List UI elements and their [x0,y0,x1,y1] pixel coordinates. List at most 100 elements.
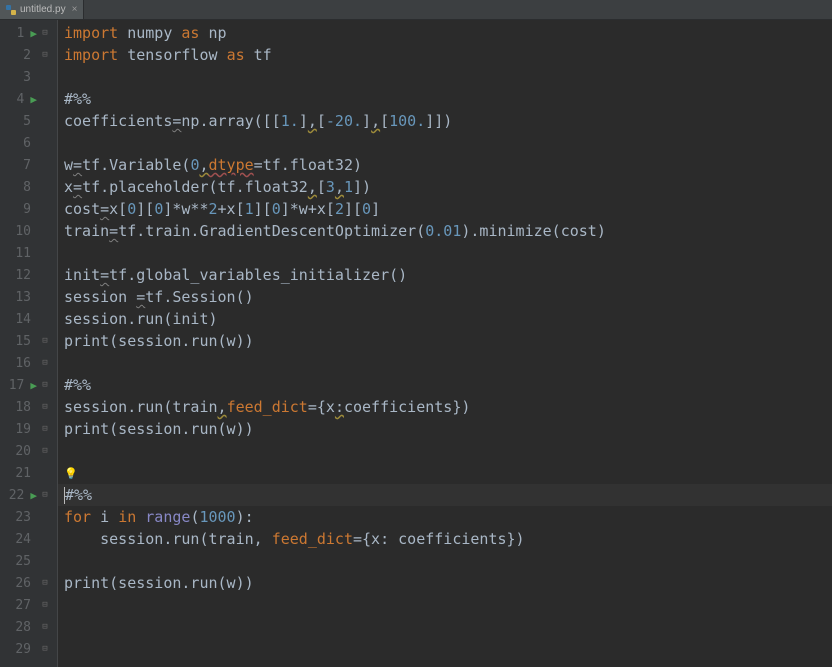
code-line[interactable]: w=tf.Variable(0,dtype=tf.float32) [58,154,832,176]
code-line[interactable] [58,132,832,154]
line-number: 10 [9,224,31,239]
line-number: 28 [9,620,31,635]
gutter-row: 20 ⊟ [0,440,57,462]
line-number: 27 [9,598,31,613]
fold-icon[interactable]: ⊟ [42,579,47,588]
fold-icon[interactable]: ⊟ [42,381,47,390]
fold-icon[interactable]: ⊟ [42,447,47,456]
line-number: 26 [9,576,31,591]
code-line[interactable]: session.run(train,feed_dict={x:coefficie… [58,396,832,418]
code-line[interactable]: session.run(train, feed_dict={x: coeffic… [58,528,832,550]
gutter-row: 5 [0,110,57,132]
gutter-row: 1 ▶ ⊟ [0,22,57,44]
code-line[interactable]: cost=x[0][0]*w**2+x[1][0]*w+x[2][0] [58,198,832,220]
fold-icon[interactable]: ⊟ [42,29,47,38]
line-number: 4 [2,92,24,107]
line-number: 3 [9,70,31,85]
line-number: 18 [9,400,31,415]
code-line[interactable] [58,66,832,88]
code-line[interactable]: import tensorflow as tf [58,44,832,66]
line-number: 23 [9,510,31,525]
line-number: 19 [9,422,31,437]
gutter: 1▶⊟2⊟34▶56789101112131415⊟16⊟17▶⊟18⊟19⊟2… [0,20,58,667]
gutter-row: 10 [0,220,57,242]
line-number: 20 [9,444,31,459]
fold-icon[interactable]: ⊟ [42,359,47,368]
code-line[interactable] [58,638,832,660]
code-line[interactable]: #%% [58,374,832,396]
intention-bulb-icon[interactable]: 💡 [64,467,78,480]
gutter-row: 12 [0,264,57,286]
code-line[interactable]: for i in range(1000): [58,506,832,528]
gutter-row: 14 [0,308,57,330]
code-area[interactable]: import numpy as npimport tensorflow as t… [58,20,832,667]
line-number: 8 [9,180,31,195]
line-number: 25 [9,554,31,569]
code-line[interactable]: print(session.run(w)) [58,418,832,440]
code-line[interactable] [58,550,832,572]
code-line[interactable]: print(session.run(w)) [58,330,832,352]
code-line[interactable] [58,616,832,638]
code-line[interactable] [58,594,832,616]
gutter-row: 7 [0,154,57,176]
fold-icon[interactable]: ⊟ [42,337,47,346]
gutter-row: 17▶⊟ [0,374,57,396]
code-line[interactable]: 💡 [58,462,832,484]
line-number: 12 [9,268,31,283]
line-number: 5 [9,114,31,129]
run-cell-icon[interactable]: ▶ [30,489,37,502]
code-line[interactable]: import numpy as np [58,22,832,44]
line-number: 16 [9,356,31,371]
code-line[interactable]: #%% [58,88,832,110]
tab-bar: untitled.py × [0,0,832,20]
code-line[interactable]: session =tf.Session() [58,286,832,308]
gutter-row: 29 ⊟ [0,638,57,660]
gutter-row: 9 [0,198,57,220]
fold-icon[interactable]: ⊟ [42,601,47,610]
gutter-row: 25 [0,550,57,572]
run-cell-icon[interactable]: ▶ [30,93,37,106]
code-line[interactable]: session.run(init) [58,308,832,330]
gutter-row: 4▶ [0,88,57,110]
line-number: 2 [9,48,31,63]
gutter-row: 28 ⊟ [0,616,57,638]
code-line[interactable] [58,440,832,462]
code-line[interactable]: init=tf.global_variables_initializer() [58,264,832,286]
line-number: 29 [9,642,31,657]
line-number: 22 [2,488,24,503]
code-line[interactable]: train=tf.train.GradientDescentOptimizer(… [58,220,832,242]
gutter-row: 22 ▶ ⊟ [0,484,57,506]
code-line[interactable] [58,352,832,374]
run-cell-icon[interactable]: ▶ [30,379,37,392]
code-line[interactable]: #%% [58,484,832,506]
code-line[interactable] [58,242,832,264]
line-number: 13 [9,290,31,305]
gutter-row: 6 [0,132,57,154]
line-number: 6 [9,136,31,151]
code-line[interactable]: coefficients=np.array([[1.],[-20.],[100.… [58,110,832,132]
gutter-row: 11 [0,242,57,264]
fold-icon[interactable]: ⊟ [42,645,47,654]
fold-icon[interactable]: ⊟ [42,425,47,434]
fold-icon[interactable]: ⊟ [42,491,47,500]
fold-icon[interactable]: ⊟ [42,623,47,632]
editor-area: 1▶⊟2⊟34▶56789101112131415⊟16⊟17▶⊟18⊟19⊟2… [0,20,832,667]
editor-tab[interactable]: untitled.py × [0,0,84,19]
gutter-row: 3 [0,66,57,88]
code-line[interactable]: print(session.run(w)) [58,572,832,594]
run-cell-icon[interactable]: ▶ [30,27,37,40]
gutter-row: 19 ⊟ [0,418,57,440]
line-number: 1 [2,26,24,41]
line-number: 14 [9,312,31,327]
gutter-row: 13 [0,286,57,308]
line-number: 11 [9,246,31,261]
code-line[interactable]: x=tf.placeholder(tf.float32,[3,1]) [58,176,832,198]
gutter-row: 26 ⊟ [0,572,57,594]
close-icon[interactable]: × [72,4,78,15]
fold-icon[interactable]: ⊟ [42,403,47,412]
fold-icon[interactable]: ⊟ [42,51,47,60]
gutter-row: 15⊟ [0,330,57,352]
gutter-row: 24 [0,528,57,550]
gutter-row: 8 [0,176,57,198]
line-number: 7 [9,158,31,173]
